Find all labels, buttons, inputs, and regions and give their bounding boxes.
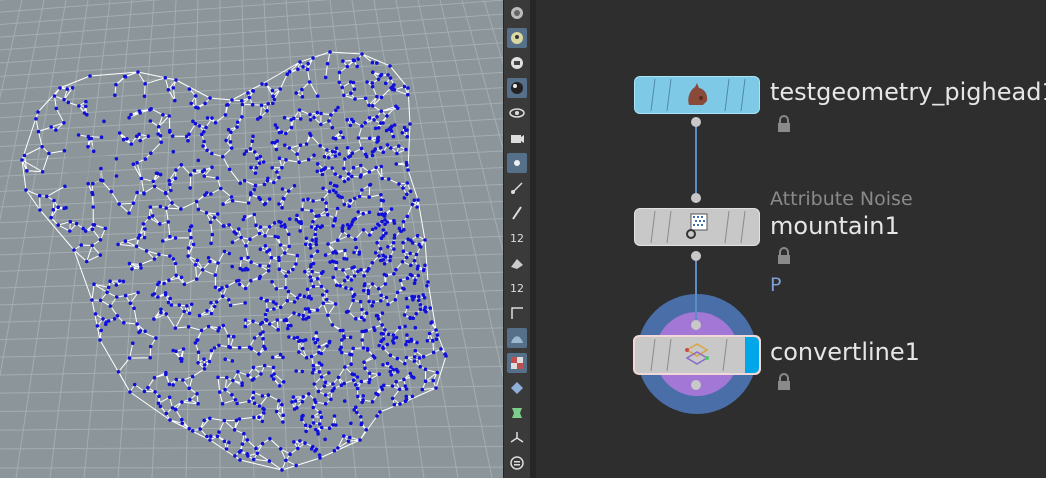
- axis-tool-icon[interactable]: [507, 428, 527, 448]
- attribute-noise-icon: [686, 213, 708, 239]
- display-options-icon[interactable]: [507, 53, 527, 73]
- ghost-display-icon[interactable]: [507, 403, 527, 423]
- selection-mode-icon[interactable]: [507, 3, 527, 23]
- input-connector[interactable]: [691, 320, 701, 330]
- camera-tool-icon[interactable]: [507, 128, 527, 148]
- normal-display-icon[interactable]: [507, 178, 527, 198]
- smooth-shading-icon[interactable]: [507, 328, 527, 348]
- node-label: testgeometry_pighead1: [770, 78, 1046, 106]
- show-points-icon[interactable]: [507, 28, 527, 48]
- menu-icon[interactable]: [507, 453, 527, 473]
- prim-numbers-icon[interactable]: 12: [507, 278, 527, 298]
- attribute-flag: P: [770, 274, 782, 296]
- point-display-icon[interactable]: [507, 153, 527, 173]
- output-connector[interactable]: [691, 380, 701, 390]
- output-connector[interactable]: [691, 117, 701, 127]
- view-tool-icon[interactable]: [507, 103, 527, 123]
- toolbar-number-label: 12: [510, 231, 524, 245]
- prim-tool-icon[interactable]: [507, 253, 527, 273]
- point-numbers-icon[interactable]: 12: [507, 228, 527, 248]
- input-connector[interactable]: [691, 193, 701, 203]
- node-label: mountain1: [770, 212, 900, 240]
- lock-icon[interactable]: [774, 246, 794, 266]
- node-label: convertline1: [770, 338, 920, 366]
- node-type-label: Attribute Noise: [770, 188, 913, 210]
- network-editor[interactable]: testgeometry_pighead1 Attribute Noise mo…: [536, 0, 1046, 478]
- toolbar-number-label: 12: [510, 281, 524, 295]
- output-connector[interactable]: [691, 251, 701, 261]
- display-flag[interactable]: [745, 337, 759, 373]
- lock-icon[interactable]: [774, 372, 794, 392]
- viewport-toolbar: 12 12: [503, 0, 531, 478]
- node-convertline[interactable]: [633, 335, 761, 375]
- pighead-icon: [688, 83, 708, 105]
- node-mountain[interactable]: [634, 208, 760, 246]
- grid-display-icon[interactable]: [507, 378, 527, 398]
- node-testgeometry-pighead[interactable]: [634, 76, 760, 114]
- viewport-canvas[interactable]: [0, 0, 503, 478]
- pen-tool-icon[interactable]: [507, 203, 527, 223]
- eye-socket: [66, 145, 110, 185]
- lock-icon[interactable]: [774, 114, 794, 134]
- texture-display-icon[interactable]: [507, 353, 527, 373]
- shading-icon[interactable]: [507, 78, 527, 98]
- edge-tool-icon[interactable]: [507, 303, 527, 323]
- convertline-icon: [685, 343, 709, 365]
- scene-viewport[interactable]: [0, 0, 503, 478]
